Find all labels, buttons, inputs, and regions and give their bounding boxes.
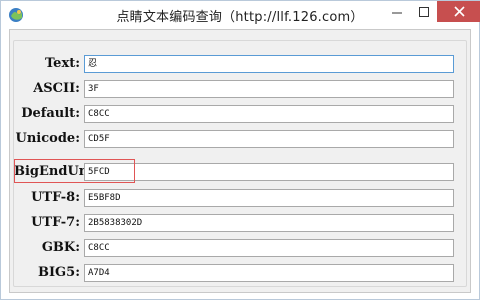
close-icon	[453, 6, 465, 17]
close-button[interactable]	[437, 1, 480, 22]
ascii-field[interactable]: 3F	[84, 80, 454, 98]
default-label: Default:	[21, 106, 80, 121]
client-area: Text: 忍 ASCII: 3F Default: C8CC Unicode:…	[9, 29, 471, 293]
big5-label: BIG5:	[37, 265, 80, 280]
bigendunicode-field[interactable]: 5FCD	[84, 163, 454, 181]
minimize-button[interactable]	[383, 1, 410, 22]
maximize-icon	[418, 6, 429, 17]
utf8-field[interactable]: E5BF8D	[84, 189, 454, 207]
utf7-label: UTF-7:	[31, 215, 80, 230]
utf8-label: UTF-8:	[31, 190, 80, 205]
unicode-label: Unicode:	[15, 131, 80, 146]
minimize-icon	[391, 12, 402, 13]
title-bar[interactable]: 点睛文本编码查询（http://llf.126.com）	[1, 1, 480, 29]
maximize-button[interactable]	[410, 1, 437, 22]
bigendunicode-label: BigEndUni:	[14, 164, 98, 179]
unicode-field[interactable]: CD5F	[84, 130, 454, 148]
gbk-field[interactable]: C8CC	[84, 239, 454, 257]
app-window: 点睛文本编码查询（http://llf.126.com） Text: 忍 ASC…	[0, 0, 480, 300]
encoding-group: Text: 忍 ASCII: 3F Default: C8CC Unicode:…	[13, 40, 467, 287]
text-input[interactable]: 忍	[84, 55, 454, 73]
gbk-label: GBK:	[41, 240, 80, 255]
text-label: Text:	[44, 56, 80, 71]
default-field[interactable]: C8CC	[84, 105, 454, 123]
utf7-field[interactable]: 2B5838302D	[84, 214, 454, 232]
ascii-label: ASCII:	[33, 81, 80, 96]
big5-field[interactable]: A7D4	[84, 264, 454, 282]
